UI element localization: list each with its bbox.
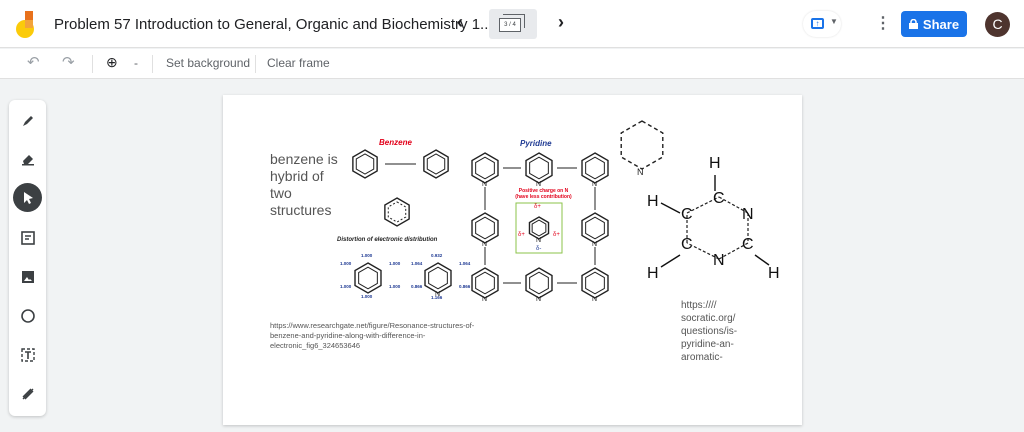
nitrogen-label: N [482, 296, 487, 303]
select-icon [23, 191, 33, 204]
clear-frame-button[interactable]: Clear frame [267, 56, 330, 70]
nitrogen-label: N [637, 167, 644, 177]
ring-bond [620, 120, 664, 170]
ring-bond [531, 219, 547, 237]
atom-label: C [742, 236, 754, 253]
ring-bond [355, 153, 375, 175]
ring-bond [358, 266, 378, 290]
top-bar: Problem 57 Introduction to General, Orga… [0, 0, 1024, 48]
frame-bar-toggle[interactable]: 3 / 4 [489, 9, 537, 39]
charge-value: 0.866 [459, 284, 471, 289]
sticky-note-tool[interactable] [13, 223, 42, 252]
ring-bond [428, 266, 448, 290]
circle-icon [20, 308, 35, 323]
nitrogen-label: N [482, 181, 487, 188]
nitrogen-label: N [592, 241, 597, 248]
frame-indicator: 3 / 4 [499, 18, 521, 32]
charge-value: 1.064 [411, 261, 423, 266]
nitrogen-label: N [482, 241, 487, 248]
edit-toolbar: ↶ ↷ ⊕ - Set background Clear frame [0, 49, 1024, 79]
atom-label: C [681, 206, 693, 223]
bond [660, 254, 681, 268]
atom-label: H [709, 155, 721, 172]
zoom-dropdown-icon[interactable]: - [134, 56, 138, 70]
bond [660, 202, 681, 214]
present-button[interactable]: ↑ ▼ [803, 11, 841, 37]
chevron-down-icon: ▼ [830, 17, 838, 26]
charge-value: 1.000 [340, 284, 352, 289]
charge-value: 1.000 [389, 284, 401, 289]
laser-icon [22, 388, 33, 399]
tool-panel [9, 100, 46, 416]
eraser-tool[interactable] [13, 144, 42, 173]
share-button[interactable]: Share [901, 11, 967, 37]
atom-label: H [647, 265, 659, 282]
charge-value: 0.866 [411, 284, 423, 289]
resonance-figure-image[interactable]: N N N N N N N N Nδ+ δ+ δ+ δ- N 1.000 1.000 1.000 1.000 1.… [223, 95, 802, 425]
atom-label: H [768, 265, 780, 282]
delta-plus: δ+ [553, 232, 560, 238]
ring-bond [426, 153, 446, 175]
charge-value: 1.000 [389, 261, 401, 266]
lock-icon [908, 19, 918, 29]
nitrogen-label: N [536, 181, 541, 188]
charge-value: 1.000 [340, 261, 352, 266]
source-url-researchgate[interactable]: https://www.researchgate.net/figure/Reso… [270, 321, 490, 351]
nitrogen-label: N [536, 296, 541, 303]
atom-label: C [713, 190, 725, 207]
set-background-button[interactable]: Set background [166, 56, 250, 70]
pen-tool[interactable] [13, 106, 42, 135]
charge-value: 1.166 [431, 295, 443, 300]
ring-bond [585, 271, 605, 295]
charge-value: 0.932 [431, 253, 443, 258]
laser-tool[interactable] [13, 379, 42, 408]
delta-minus: δ- [536, 246, 541, 252]
atom-label: N [742, 206, 754, 223]
ring-bond [387, 201, 407, 223]
delta-plus: δ+ [534, 204, 541, 210]
jamboard-logo [16, 11, 34, 38]
text-box-icon [20, 347, 35, 362]
text-box-tool[interactable] [13, 340, 42, 369]
redo-icon[interactable]: ↷ [62, 53, 75, 71]
shape-tool[interactable] [13, 301, 42, 330]
ring-bond [585, 216, 605, 240]
atom-label: N [713, 252, 725, 269]
atom-label: H [647, 193, 659, 210]
ring-bond [475, 156, 495, 180]
next-frame-button[interactable]: › [558, 12, 564, 33]
eraser-icon [21, 154, 34, 165]
image-icon [21, 270, 34, 283]
nitrogen-label: N [536, 237, 541, 244]
charge-value: 1.064 [459, 261, 471, 266]
source-url-socratic[interactable]: https://// socratic.org/ questions/is- p… [681, 299, 751, 364]
nitrogen-label: N [592, 181, 597, 188]
select-tool[interactable] [13, 183, 42, 212]
bond [754, 254, 770, 266]
charge-value: 1.000 [361, 253, 373, 258]
ring-bond [585, 156, 605, 180]
avatar[interactable]: C [985, 12, 1010, 37]
charge-value: 1.000 [361, 294, 373, 299]
nitrogen-label: N [592, 296, 597, 303]
upload-icon: ↑ [811, 18, 824, 29]
sticky-note-icon [20, 230, 35, 245]
more-options-icon[interactable]: ⋮ [875, 13, 891, 33]
delta-plus: δ+ [518, 232, 525, 238]
zoom-icon[interactable]: ⊕ [106, 54, 118, 71]
ring-bond [475, 271, 495, 295]
ring-bond [529, 156, 549, 180]
pen-icon [22, 115, 33, 126]
atom-label: C [681, 236, 693, 253]
share-label: Share [922, 16, 960, 32]
undo-icon[interactable]: ↶ [27, 53, 40, 71]
ring-bond [475, 216, 495, 240]
previous-frame-button[interactable]: ‹ [457, 12, 463, 33]
image-tool[interactable] [13, 262, 42, 291]
jam-frame[interactable]: benzene is hybrid of two structures Benz… [223, 95, 802, 425]
document-title[interactable]: Problem 57 Introduction to General, Orga… [54, 16, 493, 33]
ring-bond [529, 271, 549, 295]
